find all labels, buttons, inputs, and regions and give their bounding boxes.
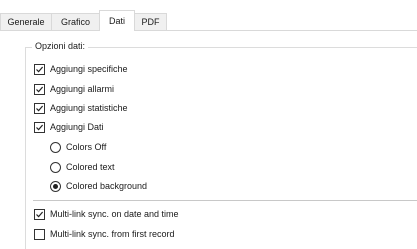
label-aggiungi-specifiche: Aggiungi specifiche: [50, 64, 128, 74]
checkbox-aggiungi-specifiche[interactable]: [34, 64, 45, 75]
checkbox-sync-first-record[interactable]: [34, 229, 45, 240]
checkmark-icon: [36, 105, 44, 112]
radio-selected-dot: [53, 184, 58, 189]
checkmark-icon: [36, 86, 44, 93]
group-title: Opzioni dati:: [32, 40, 89, 53]
tab-dati[interactable]: Dati: [99, 10, 135, 31]
label-aggiungi-allarmi: Aggiungi allarmi: [50, 84, 115, 94]
checkmark-icon: [36, 66, 44, 73]
label-aggiungi-dati: Aggiungi Dati: [50, 122, 104, 132]
tab-pdf[interactable]: PDF: [134, 13, 167, 30]
label-colors-off: Colors Off: [66, 142, 107, 152]
checkbox-aggiungi-allarmi[interactable]: [34, 84, 45, 95]
label-aggiungi-statistiche: Aggiungi statistiche: [50, 103, 128, 113]
label-sync-date-time: Multi-link sync. on date and time: [50, 209, 179, 219]
separator-line: [33, 200, 417, 201]
checkmark-icon: [36, 211, 44, 218]
tab-strip: Generale Grafico PDF Dati: [0, 0, 417, 31]
radio-colored-background[interactable]: [50, 181, 61, 192]
tab-generale[interactable]: Generale: [0, 13, 52, 30]
checkbox-aggiungi-dati[interactable]: [34, 122, 45, 133]
checkmark-icon: [36, 124, 44, 131]
tab-grafico[interactable]: Grafico: [51, 13, 100, 30]
label-colored-background: Colored background: [66, 181, 148, 191]
radio-colors-off[interactable]: [50, 142, 61, 153]
options-dialog: { "tabs": [ {"label": "Generale", "activ…: [0, 0, 417, 249]
checkbox-sync-date-time[interactable]: [34, 209, 45, 220]
label-colored-text: Colored text: [66, 162, 115, 172]
checkbox-aggiungi-statistiche[interactable]: [34, 103, 45, 114]
radio-colored-text[interactable]: [50, 162, 61, 173]
label-sync-first-record: Multi-link sync. from first record: [50, 229, 175, 239]
